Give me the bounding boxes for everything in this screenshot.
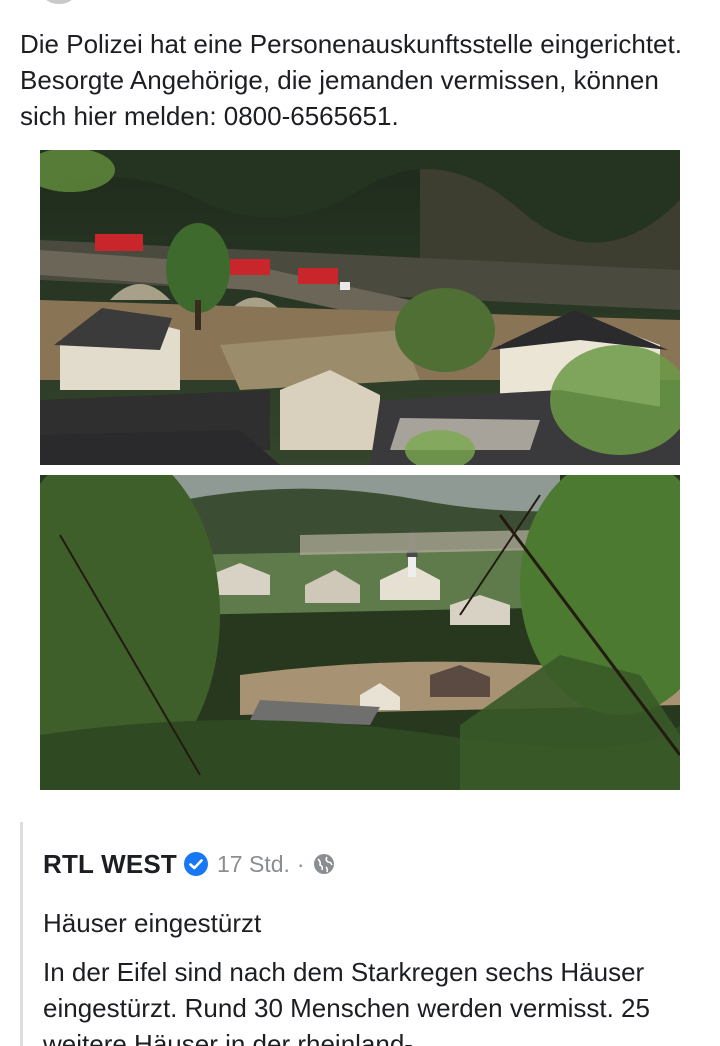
post-photo-1[interactable]: [40, 150, 680, 465]
page-name-link[interactable]: RTL WEST: [43, 849, 177, 880]
shared-post-header: RTL WEST 17 Std. ·: [43, 848, 335, 880]
post-timestamp[interactable]: 17 Std.: [217, 851, 290, 878]
verified-badge-icon: [184, 852, 208, 876]
photo-flooded-valley: [40, 475, 680, 790]
globe-icon: [313, 854, 334, 874]
post-photo-2[interactable]: [40, 475, 680, 790]
shared-post[interactable]: RTL WEST 17 Std. · Häuser eingestürzt In…: [20, 822, 720, 1046]
feed-page: Die Polizei hat eine Personenauskunftsst…: [0, 0, 720, 1046]
separator-dot: ·: [296, 850, 305, 877]
photo-flood-bridge: [40, 150, 680, 465]
post-text: Die Polizei hat eine Personenauskunftsst…: [20, 29, 682, 131]
avatar[interactable]: [44, 0, 74, 4]
shared-post-body: In der Eifel sind nach dem Starkregen se…: [43, 957, 650, 1046]
shared-post-title: Häuser eingestürzt: [43, 908, 262, 938]
